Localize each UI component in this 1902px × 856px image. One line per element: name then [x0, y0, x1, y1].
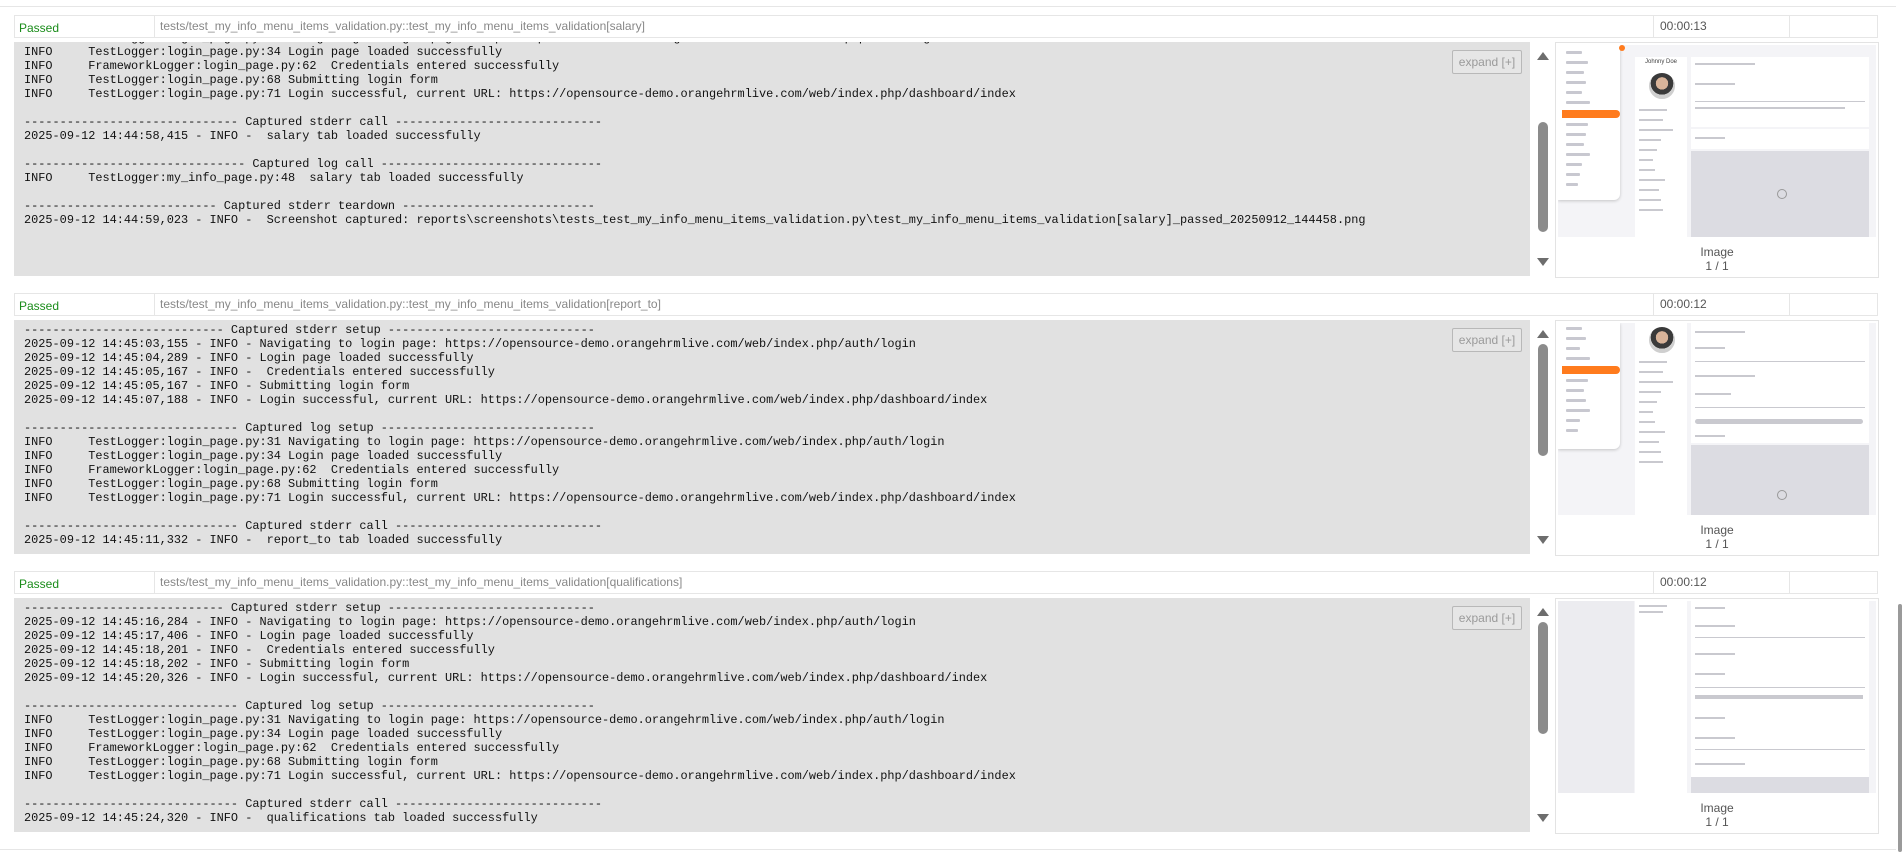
loading-spinner-icon — [1777, 490, 1787, 500]
scroll-up-icon[interactable] — [1537, 52, 1549, 60]
log-output[interactable]: INFO TestLogger:login_page.py:31 Navigat… — [14, 42, 1530, 276]
avatar — [1647, 325, 1677, 355]
thumb-loading-area — [1691, 445, 1869, 515]
result-header[interactable]: Passed tests/test_my_info_menu_items_val… — [14, 571, 1878, 594]
result-row-report-to: Passed tests/test_my_info_menu_items_val… — [14, 293, 1879, 567]
thumb-profile-panel — [1635, 323, 1687, 515]
thumb-main-panel — [1691, 57, 1869, 127]
scroll-down-icon[interactable] — [1537, 258, 1549, 266]
duration: 00:00:12 — [1653, 294, 1790, 315]
screenshot-thumbnail[interactable] — [1558, 323, 1876, 515]
screenshot-cell: Johnny Doe Image 1 / 1 — [1555, 42, 1879, 278]
thumb-profile-name: Johnny Doe — [1644, 59, 1678, 65]
thumb-main-panel — [1691, 601, 1869, 793]
image-label: Image — [1700, 245, 1734, 259]
image-label: Image — [1700, 801, 1734, 815]
screenshot-cell: Image 1 / 1 — [1555, 598, 1879, 834]
screenshot-thumbnail[interactable]: Johnny Doe — [1558, 45, 1876, 237]
result-row-salary: Passed tests/test_my_info_menu_items_val… — [14, 15, 1879, 289]
duration: 00:00:13 — [1653, 16, 1790, 37]
thumb-sidebar — [1558, 45, 1620, 200]
links-cell — [1789, 16, 1879, 37]
table-top-border — [0, 0, 1896, 7]
test-name: tests/test_my_info_menu_items_validation… — [154, 294, 1660, 315]
status-badge: Passed — [19, 21, 60, 35]
scroll-down-icon[interactable] — [1537, 536, 1549, 544]
scroll-thumb[interactable] — [1538, 622, 1548, 734]
thumb-sidebar-bg — [1558, 601, 1634, 793]
expand-button[interactable]: expand [+] — [1452, 606, 1522, 630]
log-scrollbar[interactable] — [1532, 320, 1554, 554]
image-counter: 1 / 1 — [1705, 815, 1729, 829]
log-text: ---------------------------- Captured st… — [24, 323, 1016, 547]
scroll-thumb[interactable] — [1538, 122, 1548, 232]
page-scrollbar[interactable] — [1898, 604, 1902, 852]
result-row-qualifications: Passed tests/test_my_info_menu_items_val… — [14, 571, 1879, 845]
scroll-down-icon[interactable] — [1537, 814, 1549, 822]
image-label: Image — [1700, 523, 1734, 537]
thumb-profile-panel: Johnny Doe — [1635, 57, 1687, 237]
test-name: tests/test_my_info_menu_items_validation… — [154, 572, 1660, 593]
result-header[interactable]: Passed tests/test_my_info_menu_items_val… — [14, 15, 1878, 38]
scroll-up-icon[interactable] — [1537, 608, 1549, 616]
thumb-profile-panel — [1635, 601, 1687, 793]
status-badge: Passed — [19, 299, 60, 313]
status-badge: Passed — [19, 577, 60, 591]
image-counter: 1 / 1 — [1705, 259, 1729, 273]
image-counter: 1 / 1 — [1705, 537, 1729, 551]
links-cell — [1789, 294, 1879, 315]
loading-spinner-icon — [1777, 189, 1787, 199]
log-scrollbar[interactable] — [1532, 42, 1554, 276]
log-text: INFO TestLogger:login_page.py:31 Navigat… — [24, 42, 1366, 227]
screenshot-cell: Image 1 / 1 — [1555, 320, 1879, 556]
log-scrollbar[interactable] — [1532, 598, 1554, 832]
test-name: tests/test_my_info_menu_items_validation… — [154, 16, 1660, 37]
screenshot-thumbnail[interactable] — [1558, 601, 1876, 793]
log-output[interactable]: ---------------------------- Captured st… — [14, 320, 1530, 554]
scroll-up-icon[interactable] — [1537, 330, 1549, 338]
links-cell — [1789, 572, 1879, 593]
log-text: ---------------------------- Captured st… — [24, 601, 1016, 825]
thumb-sidebar — [1558, 323, 1620, 449]
expand-button[interactable]: expand [+] — [1452, 328, 1522, 352]
scroll-thumb[interactable] — [1538, 344, 1548, 456]
thumb-main-panel — [1691, 323, 1869, 443]
table-bottom-border — [0, 849, 1896, 850]
thumb-loading-area — [1691, 151, 1869, 237]
avatar — [1647, 71, 1677, 101]
log-output[interactable]: ---------------------------- Captured st… — [14, 598, 1530, 832]
duration: 00:00:12 — [1653, 572, 1790, 593]
result-header[interactable]: Passed tests/test_my_info_menu_items_val… — [14, 293, 1878, 316]
expand-button[interactable]: expand [+] — [1452, 50, 1522, 74]
